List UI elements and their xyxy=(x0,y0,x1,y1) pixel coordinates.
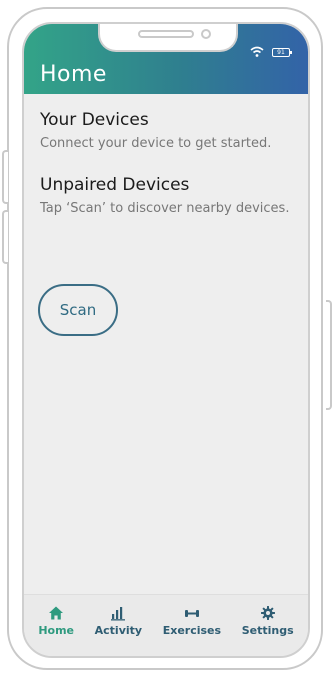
tab-label: Activity xyxy=(94,624,143,637)
gear-icon xyxy=(260,606,275,620)
tab-label: Home xyxy=(38,624,74,637)
app-screen: 91 Home Your Devices Connect your device… xyxy=(22,22,310,658)
notch xyxy=(98,24,238,52)
wifi-icon xyxy=(250,46,264,57)
unpaired-devices-section: Unpaired Devices Tap ‘Scan’ to discover … xyxy=(40,175,300,218)
section-title: Your Devices xyxy=(40,110,149,130)
volume-down-button xyxy=(2,210,8,264)
speaker-grille xyxy=(138,30,194,38)
tab-label: Exercises xyxy=(162,624,222,637)
home-icon xyxy=(49,606,64,620)
scan-button[interactable]: Scan xyxy=(38,284,118,336)
section-subtitle: Connect your device to get started. xyxy=(40,136,272,151)
tab-activity[interactable]: Activity xyxy=(95,595,142,656)
bottom-tab-bar: Home Activity Exercises Settings xyxy=(24,594,308,656)
main-content: Your Devices Connect your device to get … xyxy=(40,110,300,218)
tab-exercises[interactable]: Exercises xyxy=(163,595,221,656)
bar-chart-icon xyxy=(111,607,126,621)
section-title: Unpaired Devices xyxy=(40,175,190,195)
front-camera xyxy=(201,29,211,39)
battery-level: 91 xyxy=(277,48,285,56)
dumbbell-icon xyxy=(184,610,199,617)
battery-icon: 91 xyxy=(272,47,292,57)
tab-label: Settings xyxy=(241,624,294,637)
power-button xyxy=(326,300,332,410)
tab-home[interactable]: Home xyxy=(38,595,74,656)
your-devices-section: Your Devices Connect your device to get … xyxy=(40,110,300,153)
section-subtitle: Tap ‘Scan’ to discover nearby devices. xyxy=(40,201,290,216)
volume-up-button xyxy=(2,150,8,204)
tab-settings[interactable]: Settings xyxy=(242,595,294,656)
status-bar: 91 xyxy=(250,46,292,58)
page-title: Home xyxy=(40,62,107,87)
